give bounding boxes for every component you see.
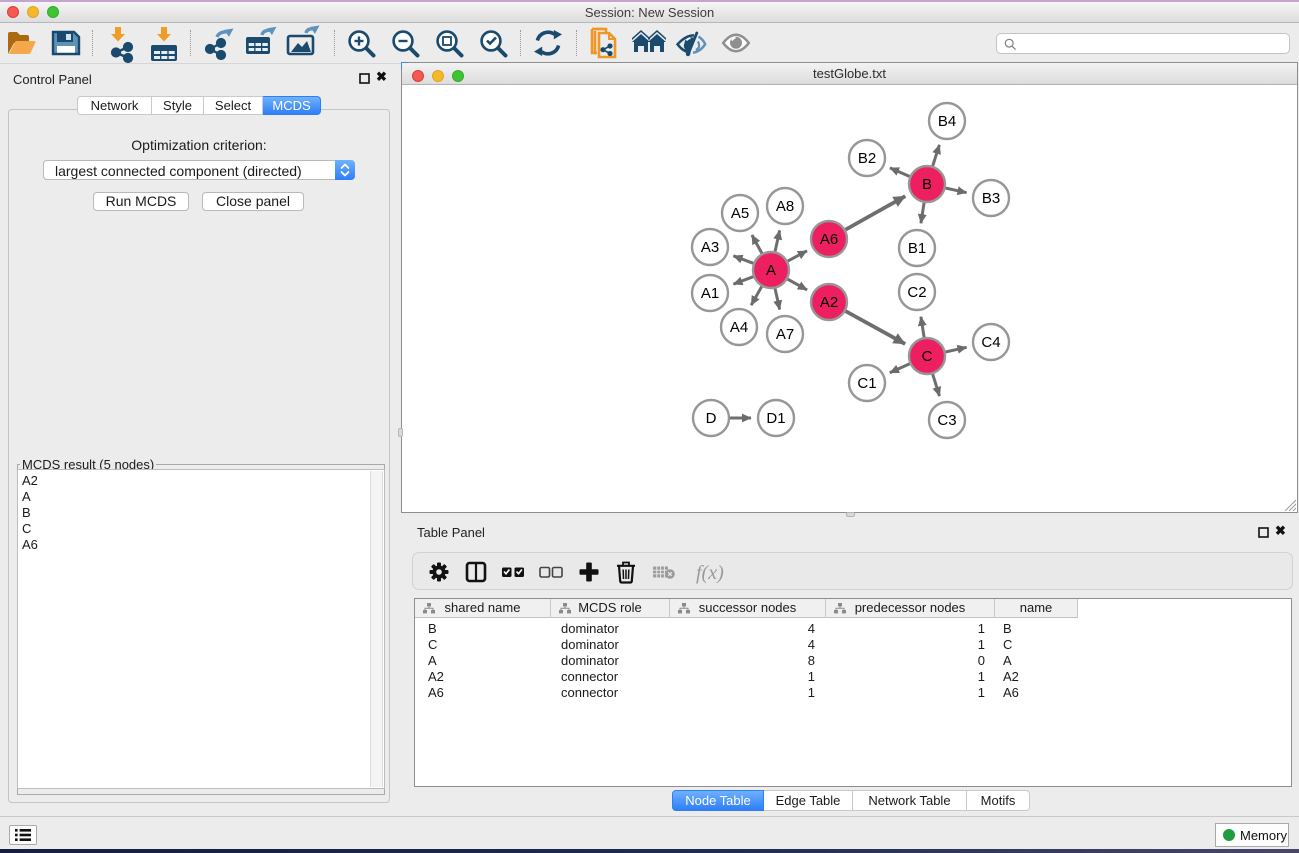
svg-text:C3: C3 <box>937 412 956 429</box>
svg-text:C2: C2 <box>907 284 926 301</box>
svg-text:A3: A3 <box>701 239 719 256</box>
svg-text:B2: B2 <box>858 150 876 167</box>
svg-text:C4: C4 <box>981 334 1000 351</box>
svg-text:A4: A4 <box>730 319 748 336</box>
svg-text:D1: D1 <box>766 410 785 427</box>
svg-text:B: B <box>922 176 932 193</box>
svg-text:A: A <box>766 262 776 279</box>
svg-text:A2: A2 <box>820 294 838 311</box>
svg-text:A8: A8 <box>776 198 794 215</box>
svg-text:A1: A1 <box>701 285 719 302</box>
svg-text:C: C <box>922 348 933 365</box>
svg-text:f(x): f(x) <box>696 562 724 584</box>
svg-text:C1: C1 <box>857 375 876 392</box>
svg-text:B3: B3 <box>982 190 1000 207</box>
svg-text:D: D <box>706 410 717 427</box>
svg-text:A7: A7 <box>776 326 794 343</box>
svg-text:A6: A6 <box>820 231 838 248</box>
svg-text:B1: B1 <box>908 240 926 257</box>
svg-text:A5: A5 <box>731 205 749 222</box>
svg-text:B4: B4 <box>938 113 956 130</box>
